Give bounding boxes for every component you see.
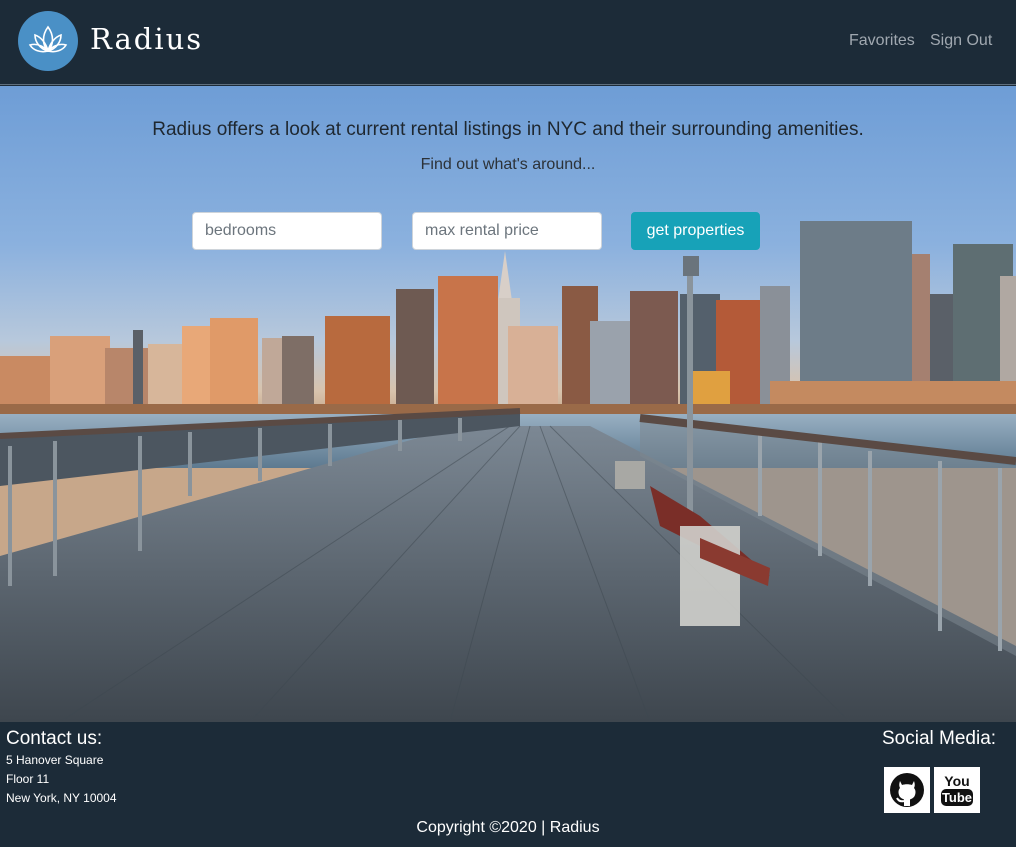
address-line: 5 Hanover Square [6,753,104,767]
address-line: Floor 11 [6,772,50,786]
footer: Contact us: 5 Hanover Square Floor 11 Ne… [0,723,1016,847]
brand-name[interactable]: Radius [90,22,203,56]
hero-subtagline: Find out what's around... [420,156,596,173]
bedrooms-input[interactable] [192,212,382,250]
contact-title: Contact us: [6,728,103,749]
copyright-text: Copyright ©2020 | Radius [416,819,600,836]
address-line: New York, NY 10004 [6,791,117,805]
get-properties-button[interactable]: get properties [631,212,760,250]
social-media-title: Social Media: [882,728,997,749]
youtube-icon[interactable]: You Tube [934,767,980,813]
github-icon[interactable] [884,767,930,813]
hero-section: Radius offers a look at current rental l… [0,86,1016,722]
nav-sign-out-link[interactable]: Sign Out [930,32,992,50]
city-pier-background [0,221,1016,722]
lotus-logo-icon[interactable] [18,11,78,71]
max-rental-price-input[interactable] [412,212,602,250]
youtube-tube-text: Tube [942,790,972,805]
hero-tagline: Radius offers a look at current rental l… [152,119,864,140]
nav-favorites-link[interactable]: Favorites [849,32,915,50]
navbar: Radius Favorites Sign Out [0,0,1016,85]
youtube-you-text: You [944,773,969,789]
